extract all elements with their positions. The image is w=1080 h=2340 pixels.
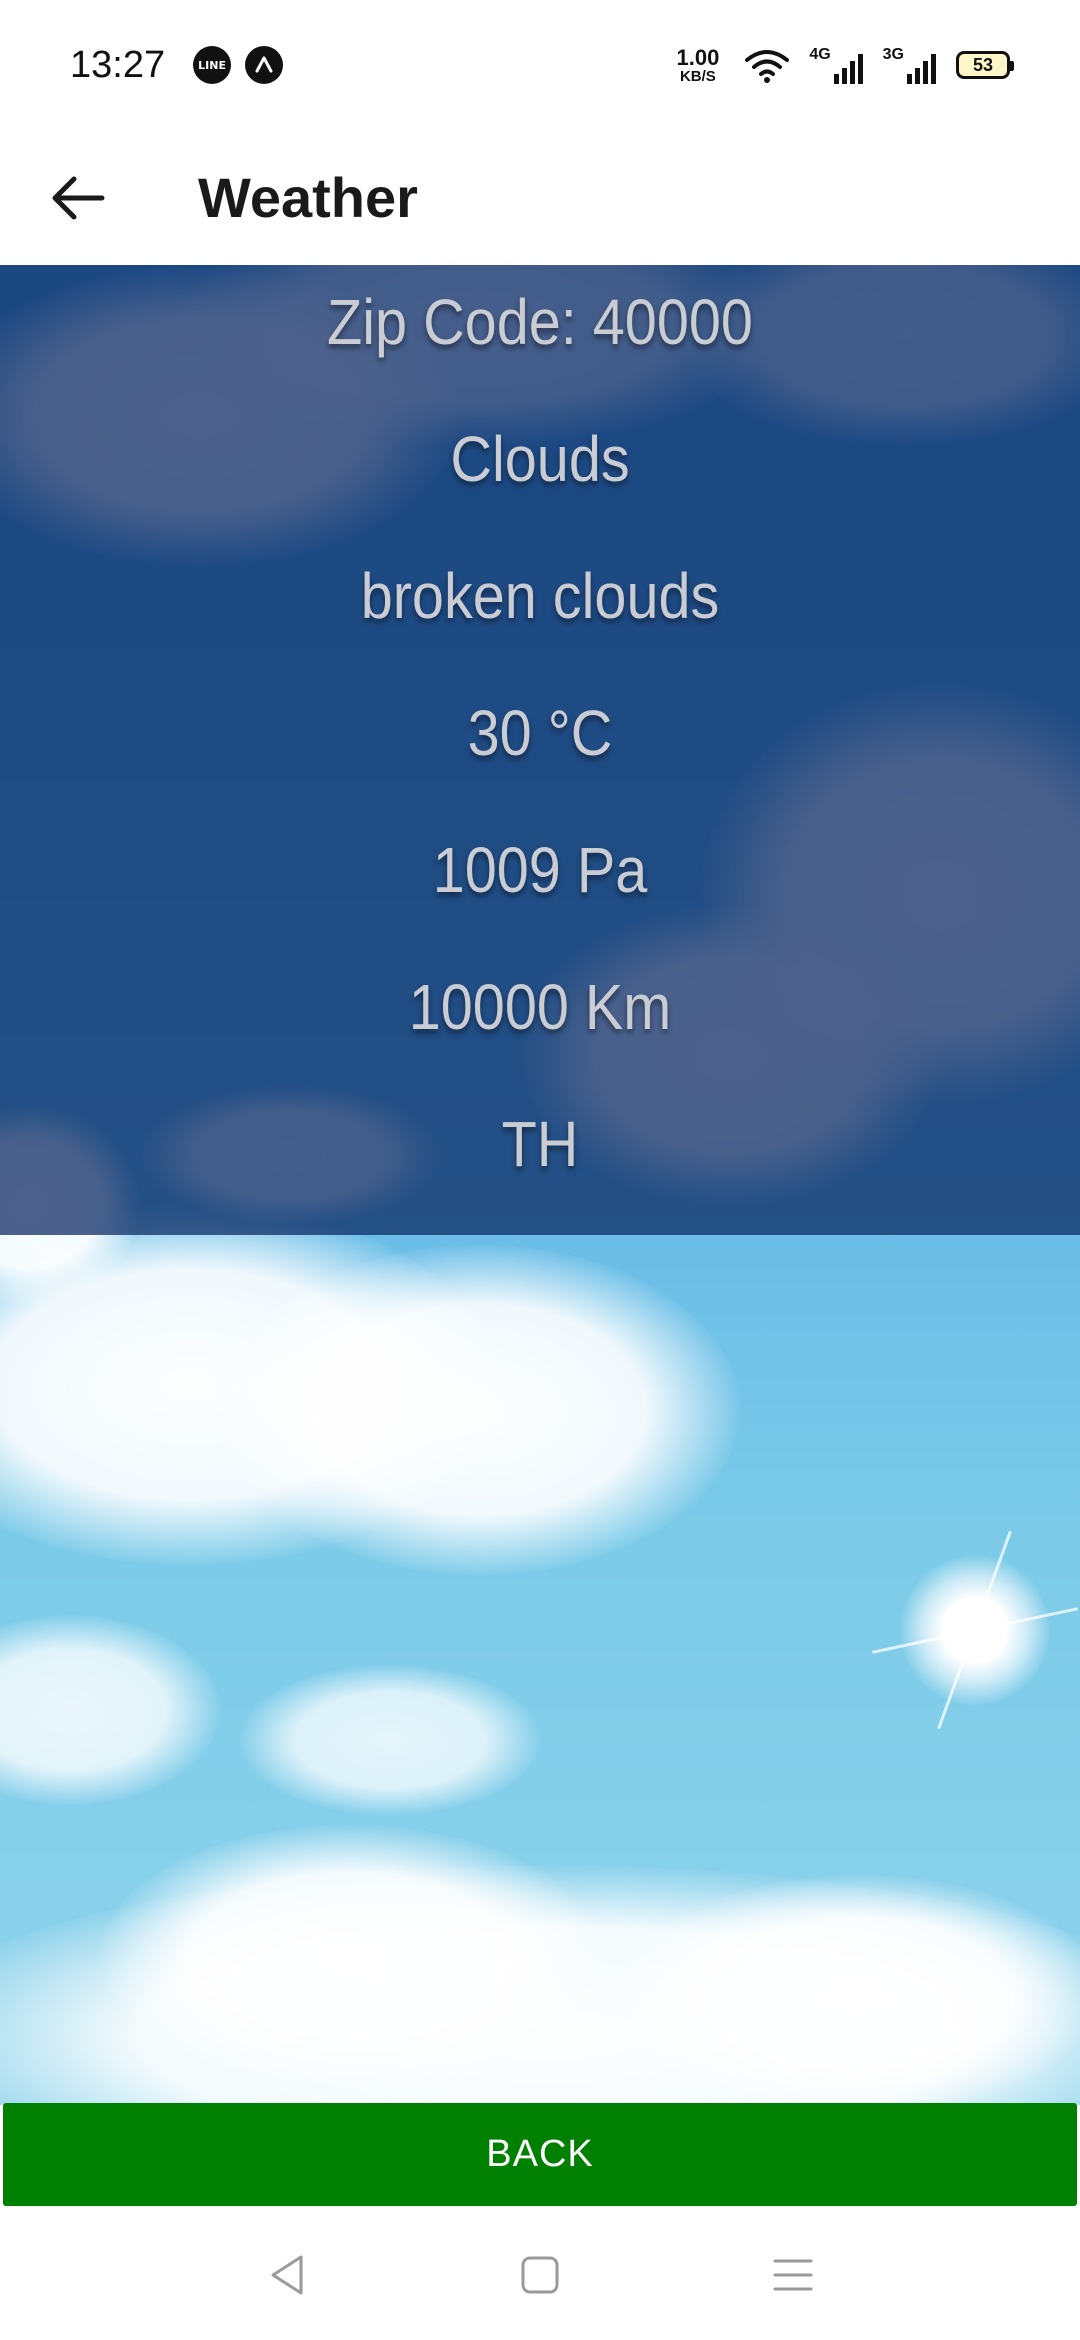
cell-signal-3g-icon: 3G	[883, 46, 936, 84]
wifi-icon	[745, 46, 790, 84]
network-speed: 1.00 KB/S	[676, 44, 720, 85]
nav-menu-icon[interactable]	[753, 2235, 833, 2315]
network-speed-unit: KB/S	[679, 67, 716, 85]
cell-signal-3g-label: 3G	[882, 46, 904, 63]
cell-signal-4g-icon: 4G	[809, 46, 863, 84]
system-nav-bar	[0, 2210, 1080, 2340]
status-bar: 13:27 LINE 1.00 KB/S 4G 3G 53	[0, 0, 1080, 130]
app-bar: Weather	[0, 130, 1080, 265]
weather-description-text: broken clouds	[360, 560, 720, 632]
weather-info-list: Zip Code: 40000 Clouds broken clouds 30 …	[0, 265, 1080, 1235]
visibility-text: 10000 Km	[408, 971, 672, 1043]
battery-icon: 53	[956, 51, 1014, 79]
back-button[interactable]: BACK	[3, 2103, 1077, 2206]
nav-home-icon[interactable]	[500, 2235, 580, 2315]
pressure-text: 1009 Pa	[432, 834, 648, 906]
back-arrow-icon[interactable]	[38, 158, 118, 238]
weather-main-text: Clouds	[450, 423, 630, 495]
network-speed-value: 1.00	[676, 44, 720, 70]
weather-screen: 13:27 LINE 1.00 KB/S 4G 3G 53 Weather Zi…	[0, 0, 1080, 2340]
nav-back-icon[interactable]	[247, 2235, 327, 2315]
cell-signal-4g-label: 4G	[809, 46, 831, 63]
status-time: 13:27	[70, 43, 166, 86]
zip-code-text: Zip Code: 40000	[327, 286, 753, 358]
page-title: Weather	[198, 166, 418, 229]
line-icon: LINE	[193, 46, 232, 84]
temperature-text: 30 °C	[467, 697, 613, 769]
country-text: TH	[501, 1108, 579, 1180]
notification-a-icon	[245, 46, 284, 84]
battery-level: 53	[972, 54, 994, 75]
